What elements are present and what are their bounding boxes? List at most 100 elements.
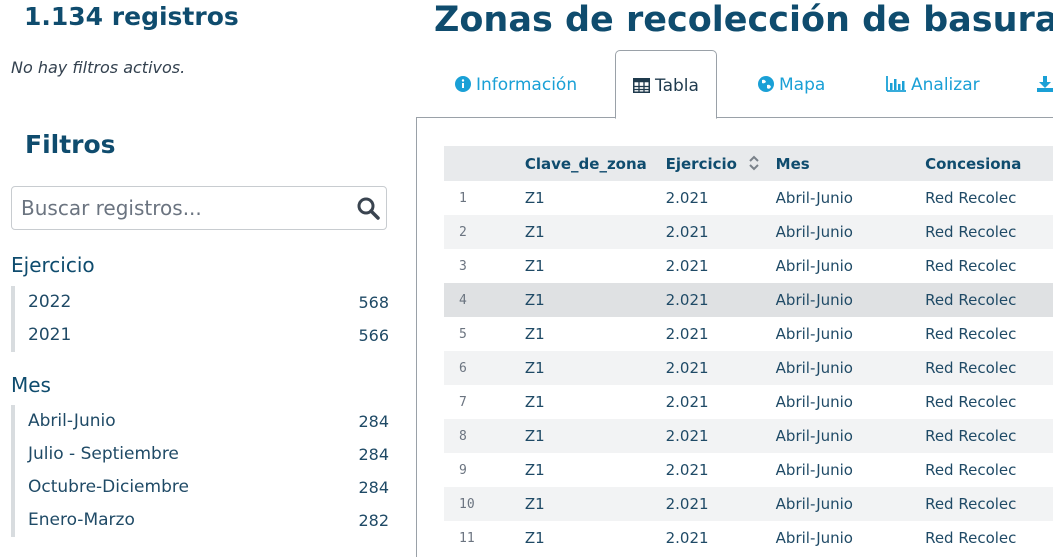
cell-clave-de-zona: Z1 xyxy=(524,325,545,343)
facet-item-label: 2022 xyxy=(28,292,72,312)
search-box xyxy=(11,186,387,230)
cell-index: 8 xyxy=(444,419,525,453)
cell-ejercicio: 2.021 xyxy=(665,283,776,317)
table-header-row: Clave_de_zona Ejercicio Mes Concesiona xyxy=(444,146,1053,181)
facet-item-count: 566 xyxy=(358,326,389,345)
cell-clave-de-zona: Z1 xyxy=(524,393,545,411)
facet-list-mes: Abril-Junio 284 Julio - Septiembre 284 O… xyxy=(11,405,389,537)
cell-mes: Abril-Junio xyxy=(775,257,853,275)
cell-ejercicio: 2.021 xyxy=(665,325,709,343)
cell-index: 3 xyxy=(459,258,467,274)
table-row[interactable]: 10 Z1 2.021 Abril-Junio Red Recolec xyxy=(444,487,1053,521)
tab-label: Tabla xyxy=(655,76,699,96)
tab-tabla[interactable]: Tabla xyxy=(615,50,717,119)
tab-label: Información xyxy=(476,75,578,95)
table-row[interactable]: 1 Z1 2.021 Abril-Junio Red Recolec xyxy=(444,181,1053,215)
cell-ejercicio: 2.021 xyxy=(665,189,709,207)
facet-item-2021[interactable]: 2021 566 xyxy=(15,319,389,352)
table-row[interactable]: 9 Z1 2.021 Abril-Junio Red Recolec xyxy=(444,453,1053,487)
table-icon xyxy=(633,78,650,93)
tab-analizar[interactable]: Analizar xyxy=(886,50,980,118)
table-body: 1 Z1 2.021 Abril-Junio Red Recolec 2 Z1 2.021 Ab… xyxy=(444,181,1053,555)
cell-concesionario: Red Recolec xyxy=(925,215,1053,249)
facet-item-label: Abril-Junio xyxy=(28,411,116,431)
bar-chart-icon xyxy=(886,76,906,92)
cell-ejercicio: 2.021 xyxy=(665,393,709,411)
filters-title: Filtros xyxy=(25,130,116,159)
column-header-concesionario[interactable]: Concesiona xyxy=(925,146,1053,181)
cell-ejercicio: 2.021 xyxy=(665,215,776,249)
cell-mes: Abril-Junio xyxy=(775,283,926,317)
download-icon xyxy=(1037,76,1053,92)
cell-mes: Abril-Junio xyxy=(775,393,853,411)
sort-icon[interactable] xyxy=(748,155,760,171)
column-header-ejercicio[interactable]: Ejercicio xyxy=(665,146,776,181)
cell-mes: Abril-Junio xyxy=(775,325,853,343)
cell-ejercicio: 2.021 xyxy=(665,257,709,275)
cell-concesionario: Red Recolec xyxy=(925,189,1017,207)
facet-item-count: 568 xyxy=(358,293,389,312)
cell-ejercicio: 2.021 xyxy=(665,351,776,385)
facet-item-count: 284 xyxy=(358,445,389,464)
table-row[interactable]: 5 Z1 2.021 Abril-Junio Red Recolec xyxy=(444,317,1053,351)
facet-item-count: 284 xyxy=(358,478,389,497)
table-row[interactable]: 2 Z1 2.021 Abril-Junio Red Recolec xyxy=(444,215,1053,249)
table-row[interactable]: 3 Z1 2.021 Abril-Junio Red Recolec xyxy=(444,249,1053,283)
facet-item-abril-junio[interactable]: Abril-Junio 284 xyxy=(15,405,389,438)
cell-clave-de-zona: Z1 xyxy=(524,189,545,207)
cell-concesionario: Red Recolec xyxy=(925,351,1053,385)
facet-item-2022[interactable]: 2022 568 xyxy=(15,286,389,319)
facet-item-enero-marzo[interactable]: Enero-Marzo 282 xyxy=(15,504,389,537)
table-row[interactable]: 7 Z1 2.021 Abril-Junio Red Recolec xyxy=(444,385,1053,419)
facet-title-ejercicio: Ejercicio xyxy=(11,253,95,277)
cell-clave-de-zona: Z1 xyxy=(524,461,545,479)
cell-concesionario: Red Recolec xyxy=(925,393,1017,411)
cell-mes: Abril-Junio xyxy=(775,461,853,479)
cell-clave-de-zona: Z1 xyxy=(524,215,666,249)
cell-clave-de-zona: Z1 xyxy=(524,487,666,521)
table-row[interactable]: 6 Z1 2.021 Abril-Junio Red Recolec xyxy=(444,351,1053,385)
table-row[interactable]: 8 Z1 2.021 Abril-Junio Red Recolec xyxy=(444,419,1053,453)
cell-ejercicio: 2.021 xyxy=(665,487,776,521)
facet-item-octubre-diciembre[interactable]: Octubre-Diciembre 284 xyxy=(15,471,389,504)
cell-index: 9 xyxy=(459,462,467,478)
search-input[interactable] xyxy=(13,188,359,228)
facet-item-julio-septiembre[interactable]: Julio - Septiembre 284 xyxy=(15,438,389,471)
facet-item-label: Octubre-Diciembre xyxy=(28,477,189,497)
info-circle-icon xyxy=(455,76,471,92)
cell-clave-de-zona: Z1 xyxy=(524,351,666,385)
record-count: 1.134 registros xyxy=(24,2,239,31)
cell-ejercicio: 2.021 xyxy=(665,461,709,479)
tab-mapa[interactable]: Mapa xyxy=(758,50,825,118)
tab-bar: Información Tabla Mapa Analizar xyxy=(417,50,1053,119)
facet-item-count: 282 xyxy=(358,511,389,530)
column-header-label: Ejercicio xyxy=(665,154,737,173)
cell-index: 2 xyxy=(444,215,525,249)
facet-item-label: 2021 xyxy=(28,325,72,345)
globe-icon xyxy=(758,76,774,92)
cell-clave-de-zona: Z1 xyxy=(524,257,545,275)
cell-mes: Abril-Junio xyxy=(775,419,926,453)
cell-concesionario: Red Recolec xyxy=(925,461,1017,479)
tab-informacion[interactable]: Información xyxy=(455,50,577,118)
tab-label: Analizar xyxy=(911,75,980,95)
facet-item-label: Enero-Marzo xyxy=(28,510,135,530)
dataset-title: Zonas de recolección de basura - xyxy=(434,0,1053,40)
cell-mes: Abril-Junio xyxy=(775,215,926,249)
column-header-mes[interactable]: Mes xyxy=(775,146,926,181)
facet-item-label: Julio - Septiembre xyxy=(28,444,179,464)
cell-concesionario: Red Recolec xyxy=(925,419,1053,453)
cell-concesionario: Red Recolec xyxy=(925,487,1053,521)
search-icon[interactable] xyxy=(356,196,380,220)
cell-concesionario: Red Recolec xyxy=(925,257,1017,275)
cell-clave-de-zona: Z1 xyxy=(524,419,666,453)
column-header-index xyxy=(444,146,525,181)
table-row[interactable]: 4 Z1 2.021 Abril-Junio Red Recolec xyxy=(444,283,1053,317)
facet-list-ejercicio: 2022 568 2021 566 xyxy=(11,286,389,352)
facet-title-mes: Mes xyxy=(11,373,51,397)
cell-index: 4 xyxy=(444,283,525,317)
cell-index: 7 xyxy=(459,394,467,410)
tab-descargar[interactable] xyxy=(1037,50,1053,118)
column-header-clave-de-zona[interactable]: Clave_de_zona xyxy=(524,146,666,181)
no-filters-text: No hay filtros activos. xyxy=(11,58,186,77)
